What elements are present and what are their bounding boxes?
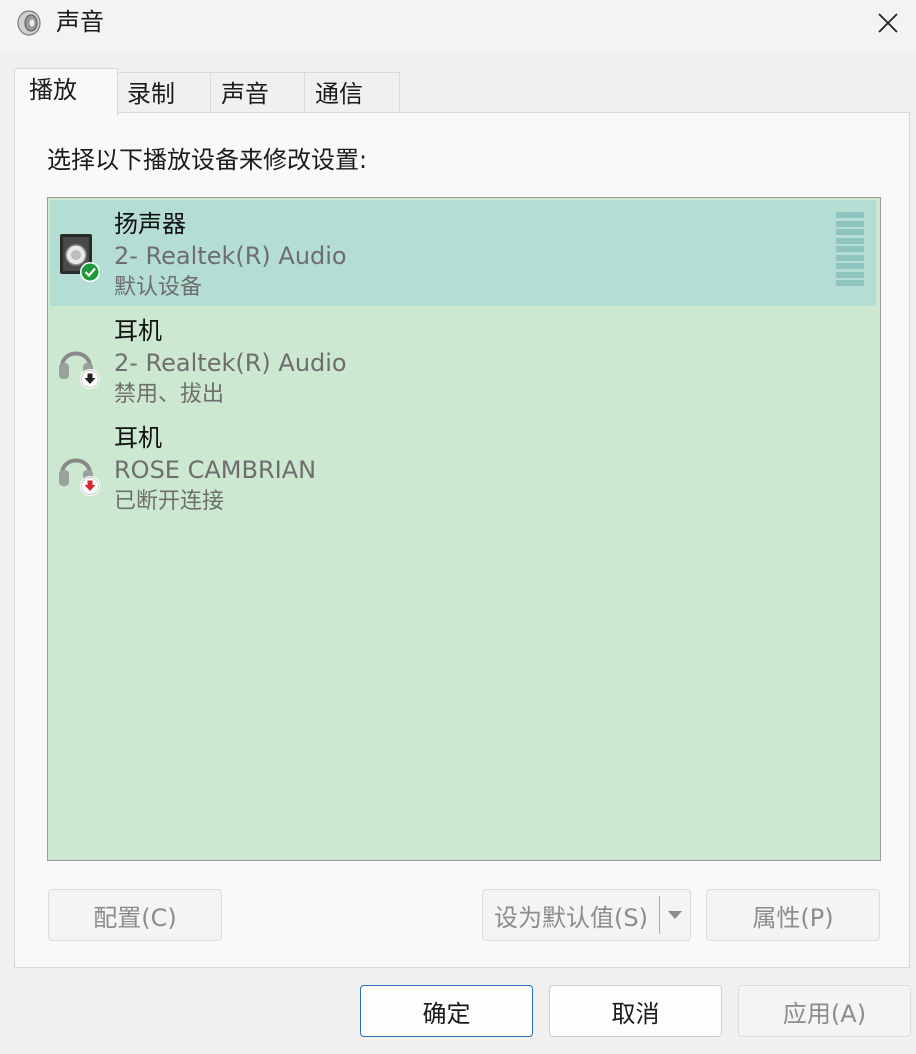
down-arrow-badge-icon (80, 369, 100, 389)
volume-level-meter (836, 212, 864, 292)
device-name: 耳机 (114, 317, 162, 345)
playback-panel: 选择以下播放设备来修改设置: 扬声器 2- Realtek(R) Audio 默… (14, 112, 910, 968)
close-button[interactable] (860, 0, 916, 46)
device-item-headphones-rose[interactable]: 耳机 ROSE CAMBRIAN 已断开连接 (50, 414, 876, 520)
device-description: 2- Realtek(R) Audio (114, 349, 347, 377)
instruction-text: 选择以下播放设备来修改设置: (47, 146, 368, 174)
title-bar: 声音 (0, 0, 916, 50)
device-status: 已断开连接 (114, 489, 225, 514)
speaker-device-icon (60, 234, 100, 282)
window-title: 声音 (56, 8, 104, 36)
tab-communications[interactable]: 通信 (304, 72, 400, 114)
device-item-headphones-realtek[interactable]: 耳机 2- Realtek(R) Audio 禁用、拔出 (50, 307, 876, 413)
device-description: ROSE CAMBRIAN (114, 456, 317, 484)
device-name: 扬声器 (114, 210, 186, 238)
ok-button[interactable]: 确定 (360, 985, 533, 1037)
set-default-button[interactable]: 设为默认值(S) (483, 890, 659, 940)
check-badge-icon (80, 262, 100, 282)
chevron-down-icon (668, 911, 682, 919)
set-default-split-button[interactable]: 设为默认值(S) (482, 889, 691, 941)
apply-button[interactable]: 应用(A) (738, 985, 911, 1037)
tab-playback[interactable]: 播放 (14, 68, 118, 116)
properties-button[interactable]: 属性(P) (706, 889, 880, 941)
headphones-icon (59, 458, 100, 496)
red-down-arrow-badge-icon (80, 476, 100, 496)
device-name: 耳机 (114, 424, 162, 452)
close-icon (878, 13, 898, 33)
device-item-speakers[interactable]: 扬声器 2- Realtek(R) Audio 默认设备 (50, 200, 876, 306)
device-status: 禁用、拔出 (114, 382, 225, 407)
configure-button[interactable]: 配置(C) (48, 889, 222, 941)
tab-strip: 播放 录制 声音 通信 (14, 68, 414, 116)
tab-recording[interactable]: 录制 (116, 72, 212, 114)
speaker-icon (17, 10, 41, 36)
tab-sounds[interactable]: 声音 (210, 72, 306, 114)
headphones-icon (59, 351, 100, 389)
device-list: 扬声器 2- Realtek(R) Audio 默认设备 耳机 2- Realt… (47, 197, 881, 861)
set-default-dropdown[interactable] (660, 890, 690, 940)
device-description: 2- Realtek(R) Audio (114, 242, 347, 270)
device-status: 默认设备 (114, 275, 203, 300)
cancel-button[interactable]: 取消 (549, 985, 722, 1037)
